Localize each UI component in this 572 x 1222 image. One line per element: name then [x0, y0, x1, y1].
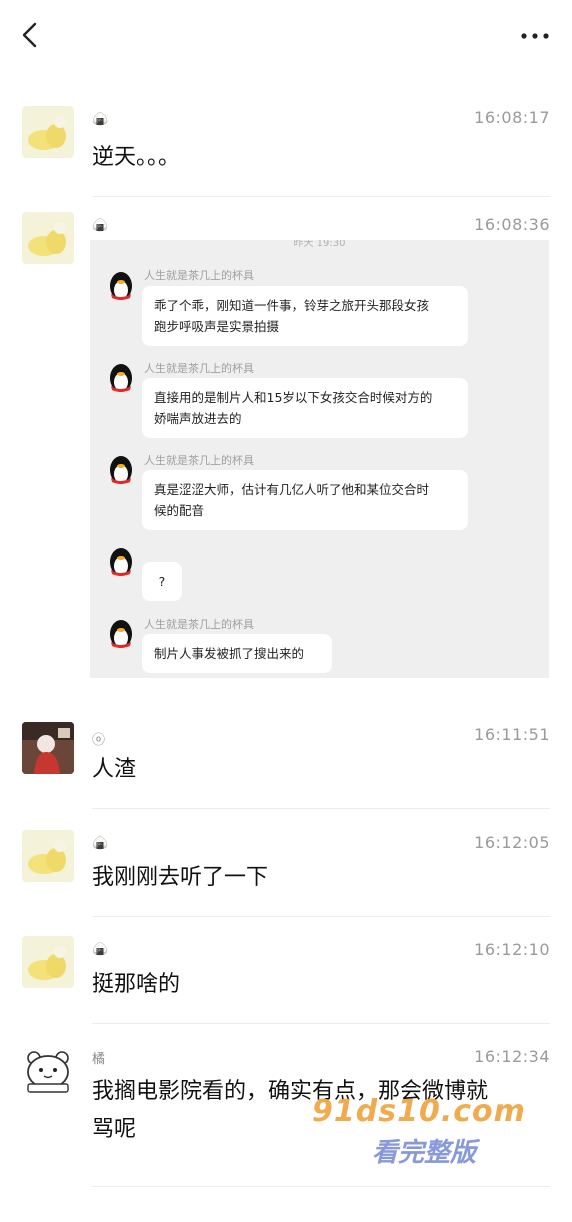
sender-name: ⓞ	[92, 733, 106, 748]
message-text: 人渣	[92, 757, 137, 782]
qq-penguin-icon	[110, 456, 132, 484]
message-text: 我刚刚去听了一下	[92, 865, 269, 890]
avatar[interactable]	[22, 722, 74, 774]
forwarded-bubble: ?	[142, 562, 182, 601]
sender-name: 🍙	[92, 942, 109, 957]
sender-name: 橘	[92, 1052, 106, 1067]
sender-name: 🍙	[92, 218, 109, 233]
divider	[92, 196, 550, 197]
watermark-url: 91ds10.com	[312, 1094, 526, 1129]
forwarded-bubble: 乖了个乖，刚知道一件事，铃芽之旅开头那段女孩 跑步呼吸声是实景拍摄	[142, 286, 468, 346]
divider	[92, 1023, 550, 1024]
divider	[92, 808, 550, 809]
divider	[92, 916, 550, 917]
more-options-icon[interactable]	[520, 30, 550, 42]
forwarded-bubble: 真是涩涩大师，估计有几亿人听了他和某位交合时 候的配音	[142, 470, 468, 530]
message-time: 16:12:05	[474, 833, 550, 852]
forwarded-chat-image[interactable]: 昨天 19:30 人生就是茶几上的杯具 乖了个乖，刚知道一件事，铃芽之旅开头那段…	[90, 240, 549, 678]
qq-penguin-icon	[110, 364, 132, 392]
message-time: 16:12:34	[474, 1047, 550, 1066]
message-text: 逆天。。。	[92, 145, 181, 170]
avatar[interactable]	[22, 1044, 74, 1096]
back-arrow-icon[interactable]	[16, 20, 46, 50]
forwarded-sender-name: 人生就是茶几上的杯具	[144, 454, 254, 467]
qq-penguin-icon	[110, 548, 132, 576]
qq-penguin-icon	[110, 272, 132, 300]
forwarded-sender-name: 人生就是茶几上的杯具	[144, 618, 254, 631]
sender-name: 🍙	[92, 112, 109, 127]
message-time: 16:11:51	[474, 725, 550, 744]
avatar[interactable]	[22, 830, 74, 882]
forwarded-top-fragment: 昨天 19:30	[293, 240, 346, 248]
message-text-line-2: 骂呢	[92, 1117, 137, 1142]
divider	[92, 1186, 550, 1187]
message-time: 16:08:36	[474, 215, 550, 234]
qq-penguin-icon	[110, 620, 132, 648]
avatar[interactable]	[22, 212, 74, 264]
forwarded-bubble: 直接用的是制片人和15岁以下女孩交合时候对方的 娇喘声放进去的	[142, 378, 468, 438]
forwarded-bubble: 制片人事发被抓了搜出来的	[142, 634, 332, 673]
forwarded-sender-name: 人生就是茶几上的杯具	[144, 362, 254, 375]
watermark-caption: 看完整版	[372, 1138, 477, 1168]
forwarded-sender-name: 人生就是茶几上的杯具	[144, 269, 254, 282]
avatar[interactable]	[22, 106, 74, 158]
message-time: 16:12:10	[474, 940, 550, 959]
top-bar	[0, 0, 572, 72]
message-text: 挺那啥的	[92, 972, 181, 997]
avatar[interactable]	[22, 936, 74, 988]
message-time: 16:08:17	[474, 108, 550, 127]
sender-name: 🍙	[92, 836, 109, 851]
